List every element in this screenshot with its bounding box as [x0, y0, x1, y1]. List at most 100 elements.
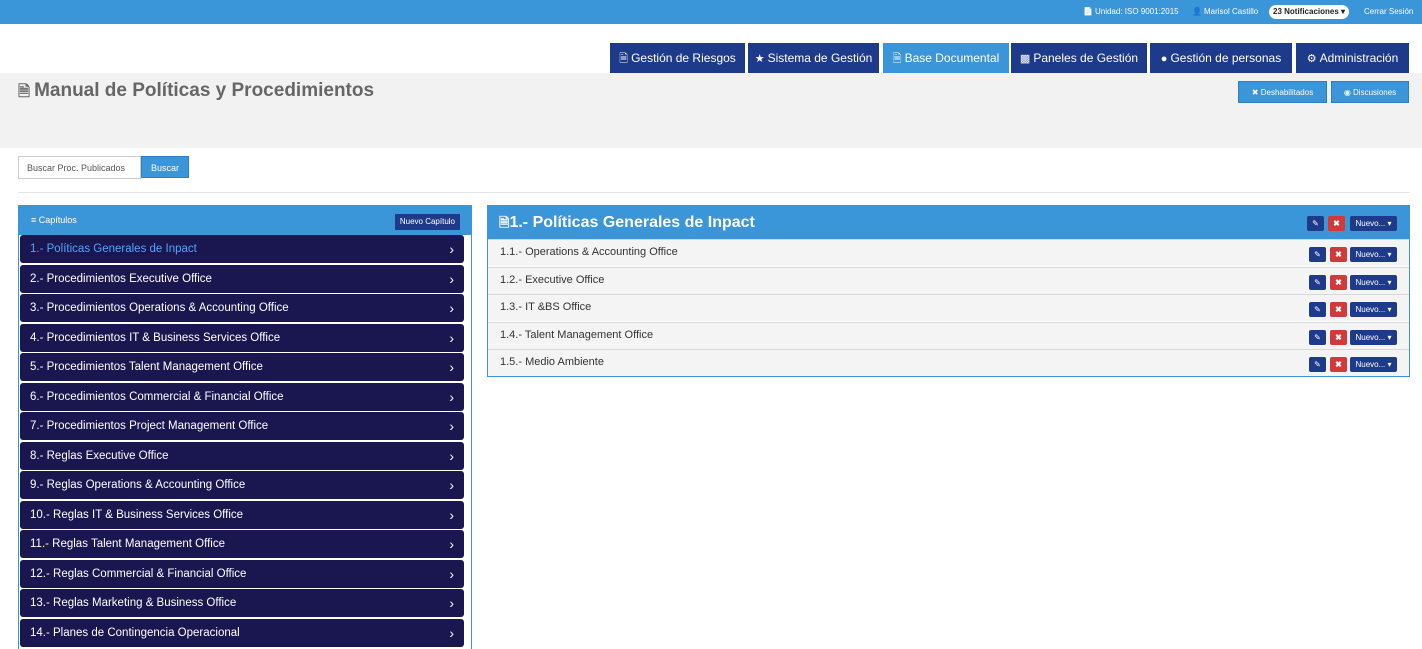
delete-subsection-button[interactable]: ✖: [1330, 247, 1347, 262]
nuevo-dropdown[interactable]: Nuevo... ▾: [1350, 247, 1397, 262]
edit-subsection-button[interactable]: ✎: [1309, 247, 1326, 262]
tab-administracion[interactable]: ⚙ Administración: [1296, 43, 1409, 73]
file-icon: 🗎: [892, 53, 902, 65]
tab-gestion-riesgos[interactable]: 🗎 Gestión de Riesgos: [610, 43, 745, 73]
close-icon: ✖: [1335, 278, 1342, 287]
subsection-label: 1.2.- Executive Office: [500, 274, 605, 286]
delete-subsection-button[interactable]: ✖: [1330, 275, 1347, 290]
chevron-right-icon: ›: [449, 566, 454, 582]
chevron-right-icon: ›: [449, 389, 454, 405]
nuevo-dropdown[interactable]: Nuevo... ▾: [1350, 357, 1397, 372]
chapter-item[interactable]: 11.- Reglas Talent Management Office ›: [20, 530, 464, 558]
chapter-label: 9.- Reglas Operations & Accounting Offic…: [30, 479, 246, 491]
unit-indicator[interactable]: 📄 Unidad: ISO 9001:2015: [1083, 0, 1179, 24]
delete-subsection-button[interactable]: ✖: [1330, 330, 1347, 345]
nuevo-dropdown[interactable]: Nuevo... ▾: [1350, 330, 1397, 345]
user-menu[interactable]: 👤 Marisol Castillo: [1192, 0, 1258, 24]
new-chapter-button[interactable]: Nuevo Capítulo: [394, 214, 460, 230]
chapters-header: ≡ Capítulos Nuevo Capítulo: [19, 206, 471, 235]
nuevo-label: Nuevo...: [1355, 305, 1386, 314]
pencil-icon: ✎: [1314, 333, 1321, 342]
tab-sistema-gestion[interactable]: ★ Sistema de Gestión: [748, 43, 879, 73]
file-icon: 🗎: [619, 53, 629, 65]
close-icon: ✖: [1335, 305, 1342, 314]
caret-down-icon: ▾: [1387, 333, 1392, 342]
file-icon: 🗎: [499, 215, 510, 230]
chapter-item[interactable]: 1.- Políticas Generales de Inpact ›: [20, 235, 464, 263]
tab-label: Sistema de Gestión: [767, 51, 873, 65]
edit-subsection-button[interactable]: ✎: [1309, 357, 1326, 372]
user-icon: 👤: [1192, 7, 1202, 16]
chevron-right-icon: ›: [449, 241, 454, 257]
nuevo-dropdown[interactable]: Nuevo... ▾: [1350, 216, 1397, 231]
top-bar: 📄 Unidad: ISO 9001:2015 👤 Marisol Castillo…: [0, 0, 1422, 24]
close-icon: ✖: [1335, 360, 1342, 369]
pencil-icon: ✎: [1314, 250, 1321, 259]
chapter-item[interactable]: 8.- Reglas Executive Office ›: [20, 442, 464, 470]
chapter-label: 1.- Políticas Generales de Inpact: [30, 243, 197, 255]
search-input[interactable]: [18, 156, 141, 179]
delete-subsection-button[interactable]: ✖: [1330, 302, 1347, 317]
edit-section-button[interactable]: ✎: [1307, 216, 1324, 231]
discusiones-label: Discusiones: [1353, 88, 1397, 97]
users-icon: ●: [1160, 53, 1168, 65]
subsection-row[interactable]: 1.3.- IT &BS Office ✎ ✖ Nuevo... ▾: [488, 294, 1409, 321]
chapter-item[interactable]: 3.- Procedimientos Operations & Accounti…: [20, 294, 464, 322]
pencil-icon: ✎: [1314, 278, 1321, 287]
chapter-label: 13.- Reglas Marketing & Business Office: [30, 597, 237, 609]
chapter-item[interactable]: 5.- Procedimientos Talent Management Off…: [20, 353, 464, 381]
subsection-row[interactable]: 1.4.- Talent Management Office ✎ ✖ Nuevo...…: [488, 322, 1409, 349]
page-title: 🗎 Manual de Políticas y Procedimientos: [18, 80, 374, 106]
section-title: 🗎1.- Políticas Generales de Inpact: [499, 206, 755, 239]
delete-subsection-button[interactable]: ✖: [1330, 357, 1347, 372]
section-header: 🗎1.- Políticas Generales de Inpact ✎ ✖ N…: [488, 206, 1409, 239]
chapter-item[interactable]: 4.- Procedimientos IT & Business Service…: [20, 324, 464, 352]
chapter-item[interactable]: 2.- Procedimientos Executive Office ›: [20, 265, 464, 293]
chapter-label: 11.- Reglas Talent Management Office: [30, 538, 225, 550]
chevron-right-icon: ›: [449, 418, 454, 434]
chapter-item[interactable]: 13.- Reglas Marketing & Business Office ›: [20, 589, 464, 617]
chapter-item[interactable]: 6.- Procedimientos Commercial & Financia…: [20, 383, 464, 411]
tab-gestion-personas[interactable]: ● Gestión de personas: [1150, 43, 1292, 73]
nuevo-dropdown[interactable]: Nuevo... ▾: [1350, 275, 1397, 290]
caret-down-icon: ▾: [1387, 250, 1392, 259]
divider: [18, 192, 1410, 193]
chapter-item[interactable]: 7.- Procedimientos Project Management Of…: [20, 412, 464, 440]
search-button[interactable]: Buscar: [141, 156, 189, 178]
chapter-label: 3.- Procedimientos Operations & Accounti…: [30, 302, 289, 314]
logout-link[interactable]: Cerrar Sesión: [1364, 0, 1413, 24]
edit-subsection-button[interactable]: ✎: [1309, 330, 1326, 345]
edit-subsection-button[interactable]: ✎: [1309, 275, 1326, 290]
tab-label: Gestión de personas: [1170, 51, 1282, 65]
notifications-dropdown[interactable]: 23 Notificaciones ▾: [1269, 5, 1350, 19]
close-icon: ✖: [1333, 219, 1340, 228]
delete-section-button[interactable]: ✖: [1328, 216, 1345, 231]
deshabilitados-button[interactable]: ✖ Deshabilitados: [1238, 81, 1327, 103]
chapter-label: 12.- Reglas Commercial & Financial Offic…: [30, 568, 247, 580]
tab-base-documental[interactable]: 🗎 Base Documental: [883, 43, 1009, 73]
nuevo-dropdown[interactable]: Nuevo... ▾: [1350, 302, 1397, 317]
chevron-right-icon: ›: [449, 330, 454, 346]
chapter-item[interactable]: 9.- Reglas Operations & Accounting Offic…: [20, 471, 464, 499]
nuevo-label: Nuevo...: [1355, 360, 1386, 369]
chapters-title: ≡ Capítulos: [31, 206, 77, 234]
star-icon: ★: [754, 53, 765, 65]
edit-subsection-button[interactable]: ✎: [1309, 302, 1326, 317]
subsection-row[interactable]: 1.1.- Operations & Accounting Office ✎ ✖ Nu…: [488, 239, 1409, 266]
tab-paneles-gestion[interactable]: ▩ Paneles de Gestión: [1011, 43, 1147, 73]
discusiones-button[interactable]: ◉ Discusiones: [1331, 81, 1409, 103]
chevron-right-icon: ›: [449, 625, 454, 641]
caret-down-icon: ▾: [1387, 219, 1392, 228]
chapter-item[interactable]: 12.- Reglas Commercial & Financial Offic…: [20, 560, 464, 588]
subsection-row[interactable]: 1.5.- Medio Ambiente ✎ ✖ Nuevo... ▾: [488, 349, 1409, 376]
caret-down-icon: ▾: [1341, 7, 1346, 16]
gears-icon: ⚙: [1306, 53, 1317, 65]
subsection-row[interactable]: 1.2.- Executive Office ✎ ✖ Nuevo... ▾: [488, 267, 1409, 294]
chapter-item[interactable]: 10.- Reglas IT & Business Services Offic…: [20, 501, 464, 529]
close-icon: ✖: [1335, 250, 1342, 259]
bar-chart-icon: ▩: [1019, 53, 1031, 65]
chapter-item[interactable]: 14.- Planes de Contingencia Operacional ›: [20, 619, 464, 647]
user-name: Marisol Castillo: [1203, 7, 1259, 16]
subsection-label: 1.3.- IT &BS Office: [500, 301, 592, 313]
section-title-text: 1.- Políticas Generales de Inpact: [509, 214, 755, 231]
